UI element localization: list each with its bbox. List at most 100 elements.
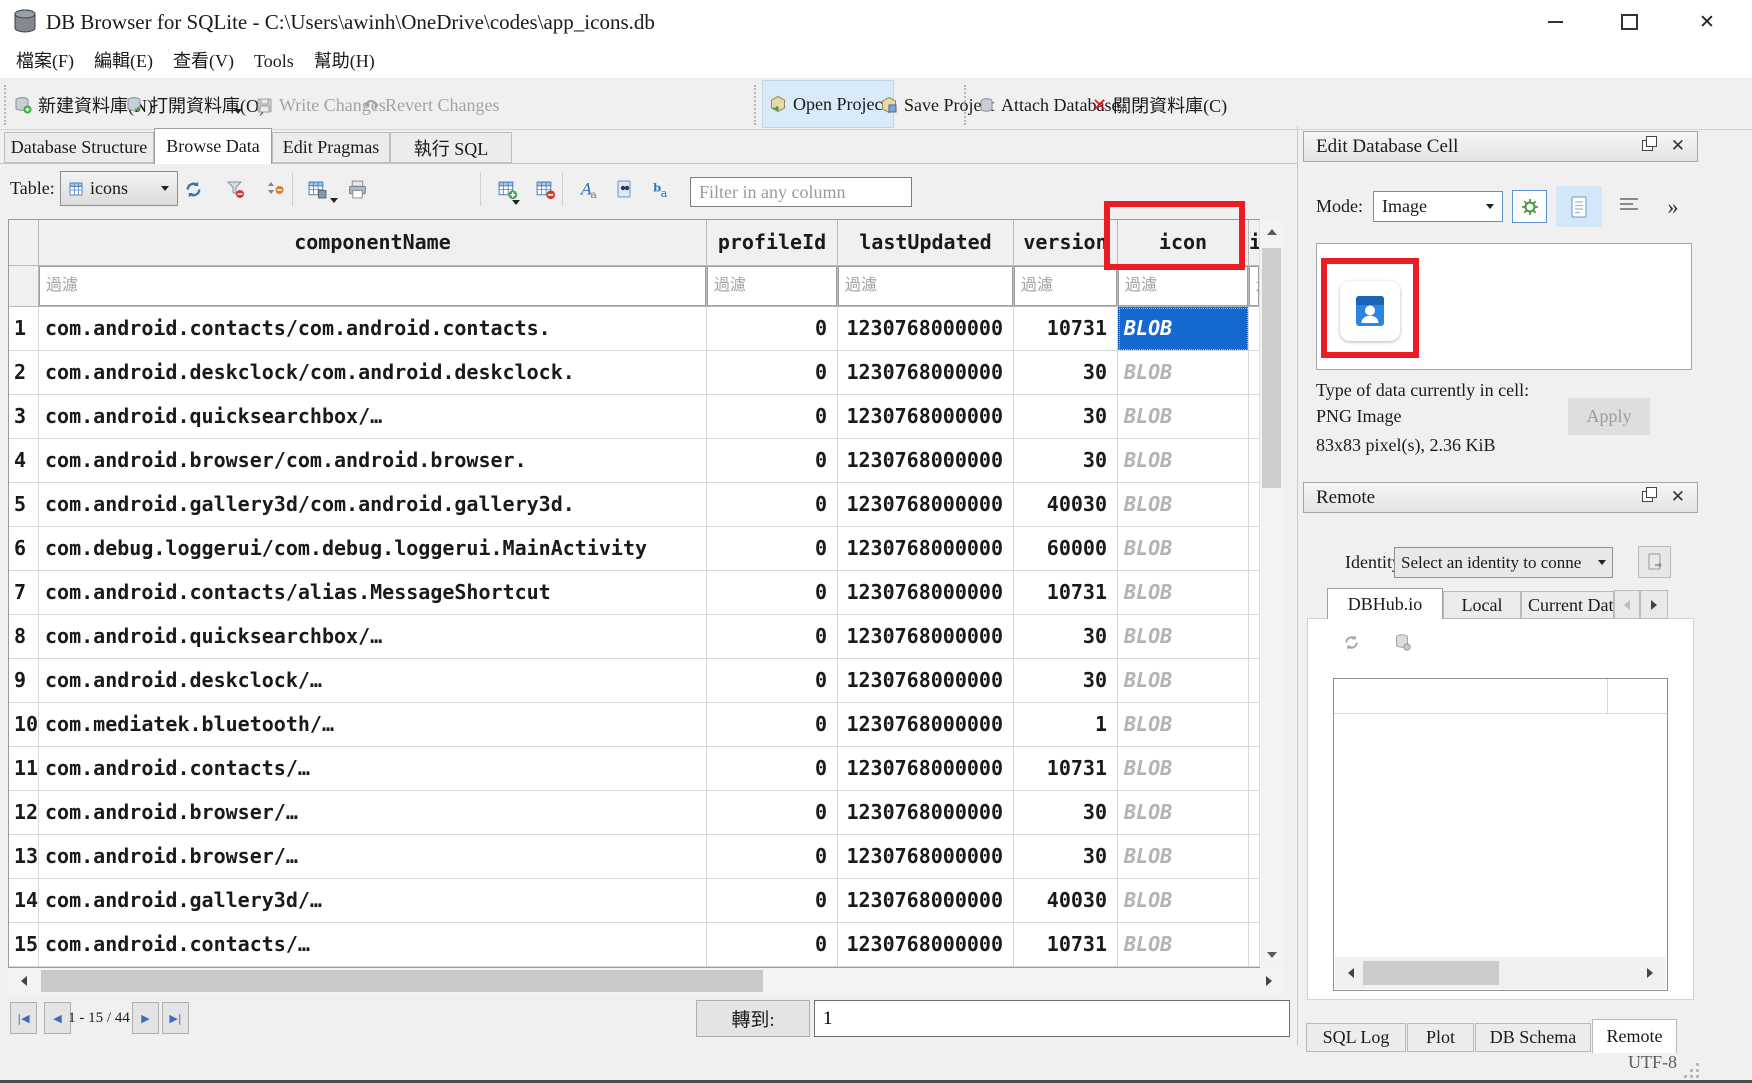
toolbar-grip[interactable] bbox=[4, 85, 6, 125]
filter-any-column-input[interactable] bbox=[690, 177, 912, 207]
cell-version[interactable]: 30 bbox=[1014, 791, 1118, 835]
cell-componentname[interactable]: com.android.contacts/… bbox=[39, 923, 707, 967]
cell-icon-blob[interactable]: BLOB bbox=[1118, 835, 1249, 879]
identity-import-button[interactable] bbox=[1638, 546, 1671, 578]
cell-clipped[interactable] bbox=[1249, 923, 1259, 967]
panel-splitter[interactable] bbox=[1297, 126, 1298, 1045]
cell-version[interactable]: 10731 bbox=[1014, 307, 1118, 351]
cell-clipped[interactable] bbox=[1249, 307, 1259, 351]
goto-record-button[interactable]: 轉到: bbox=[696, 1000, 810, 1037]
cell-lastupdated[interactable]: 1230768000000 bbox=[838, 835, 1014, 879]
find-in-document-button[interactable] bbox=[612, 176, 638, 202]
save-record-button[interactable] bbox=[304, 176, 330, 202]
cell-lastupdated[interactable]: 1230768000000 bbox=[838, 571, 1014, 615]
cell-icon-blob[interactable]: BLOB bbox=[1118, 615, 1249, 659]
cell-icon-blob-selected[interactable]: BLOB bbox=[1118, 307, 1249, 351]
cell-profileid[interactable]: 0 bbox=[707, 527, 838, 571]
column-header-profileid[interactable]: profileId bbox=[707, 220, 838, 266]
cell-lastupdated[interactable]: 1230768000000 bbox=[838, 439, 1014, 483]
tab-browse-data[interactable]: Browse Data bbox=[154, 128, 272, 164]
cell-version[interactable]: 40030 bbox=[1014, 879, 1118, 923]
cell-componentname[interactable]: com.android.browser/… bbox=[39, 835, 707, 879]
column-filter-input[interactable]: 過濾 bbox=[1118, 266, 1248, 306]
column-header-clipped[interactable]: ic bbox=[1249, 220, 1259, 266]
cell-icon-blob[interactable]: BLOB bbox=[1118, 747, 1249, 791]
cell-clipped[interactable] bbox=[1249, 571, 1259, 615]
last-record-button[interactable]: ▶| bbox=[162, 1002, 189, 1034]
cell-lastupdated[interactable]: 1230768000000 bbox=[838, 923, 1014, 967]
cell-componentname[interactable]: com.debug.loggerui/com.debug.loggerui.Ma… bbox=[39, 527, 707, 571]
column-header-componentname[interactable]: componentName bbox=[39, 220, 707, 266]
cell-lastupdated[interactable]: 1230768000000 bbox=[838, 791, 1014, 835]
vertical-scrollbar[interactable] bbox=[1259, 220, 1283, 967]
cell-profileid[interactable]: 0 bbox=[707, 791, 838, 835]
cell-lastupdated[interactable]: 1230768000000 bbox=[838, 747, 1014, 791]
cell-profileid[interactable]: 0 bbox=[707, 747, 838, 791]
close-panel-icon[interactable]: ✕ bbox=[1671, 483, 1685, 512]
column-filter-input[interactable]: 過濾 bbox=[1249, 266, 1259, 306]
previous-record-button[interactable]: ◀ bbox=[44, 1002, 71, 1034]
cell-componentname[interactable]: com.android.gallery3d/… bbox=[39, 879, 707, 923]
bottom-tab-plot[interactable]: Plot bbox=[1407, 1023, 1474, 1052]
remote-tabs-scroll-right[interactable] bbox=[1640, 590, 1668, 619]
row-number[interactable]: 1 bbox=[9, 307, 39, 351]
table-select[interactable]: icons bbox=[60, 171, 178, 206]
cell-profileid[interactable]: 0 bbox=[707, 571, 838, 615]
clone-database-button[interactable] bbox=[1392, 632, 1412, 652]
text-format-button[interactable]: b a bbox=[648, 176, 674, 202]
cell-lastupdated[interactable]: 1230768000000 bbox=[838, 527, 1014, 571]
cell-version[interactable]: 1 bbox=[1014, 703, 1118, 747]
clear-filters-button[interactable] bbox=[222, 176, 248, 202]
column-header-icon[interactable]: icon bbox=[1118, 220, 1249, 266]
window-resize-grip[interactable] bbox=[1684, 1063, 1700, 1079]
cell-icon-blob[interactable]: BLOB bbox=[1118, 351, 1249, 395]
cell-clipped[interactable] bbox=[1249, 483, 1259, 527]
remote-tab-local[interactable]: Local bbox=[1443, 591, 1521, 619]
remote-tab-current-dat[interactable]: Current Dat bbox=[1521, 591, 1614, 619]
tab-edit-pragmas[interactable]: Edit Pragmas bbox=[272, 132, 390, 163]
cell-version[interactable]: 30 bbox=[1014, 351, 1118, 395]
row-number[interactable]: 7 bbox=[9, 571, 39, 615]
menu-item-tools[interactable]: Tools bbox=[244, 45, 304, 78]
cell-componentname[interactable]: com.android.gallery3d/com.android.galler… bbox=[39, 483, 707, 527]
cell-profileid[interactable]: 0 bbox=[707, 483, 838, 527]
cell-version[interactable]: 10731 bbox=[1014, 571, 1118, 615]
cell-icon-blob[interactable]: BLOB bbox=[1118, 703, 1249, 747]
cell-componentname[interactable]: com.mediatek.bluetooth/… bbox=[39, 703, 707, 747]
cell-componentname[interactable]: com.android.browser/com.android.browser. bbox=[39, 439, 707, 483]
import-data-button[interactable] bbox=[1512, 190, 1547, 223]
cell-clipped[interactable] bbox=[1249, 659, 1259, 703]
row-number[interactable]: 11 bbox=[9, 747, 39, 791]
cell-componentname[interactable]: com.android.quicksearchbox/… bbox=[39, 615, 707, 659]
horizontal-scrollbar-thumb[interactable] bbox=[41, 970, 763, 992]
toolbar-grip[interactable] bbox=[754, 85, 756, 125]
bottom-tab-remote[interactable]: Remote bbox=[1592, 1019, 1677, 1053]
menu-item-查看-v[interactable]: 查看(V) bbox=[163, 45, 244, 78]
row-number[interactable]: 2 bbox=[9, 351, 39, 395]
text-document-button[interactable] bbox=[1556, 186, 1602, 227]
remote-tabs-scroll-left[interactable] bbox=[1614, 590, 1640, 619]
cell-lastupdated[interactable]: 1230768000000 bbox=[838, 703, 1014, 747]
cell-lastupdated[interactable]: 1230768000000 bbox=[838, 307, 1014, 351]
row-number[interactable]: 6 bbox=[9, 527, 39, 571]
row-number[interactable]: 3 bbox=[9, 395, 39, 439]
cell-componentname[interactable]: com.android.deskclock/com.android.deskcl… bbox=[39, 351, 707, 395]
cell-profileid[interactable]: 0 bbox=[707, 351, 838, 395]
cell-icon-blob[interactable]: BLOB bbox=[1118, 879, 1249, 923]
cell-version[interactable]: 30 bbox=[1014, 615, 1118, 659]
cell-componentname[interactable]: com.android.browser/… bbox=[39, 791, 707, 835]
row-number[interactable]: 10 bbox=[9, 703, 39, 747]
cell-version[interactable]: 60000 bbox=[1014, 527, 1118, 571]
row-number[interactable]: 9 bbox=[9, 659, 39, 703]
cell-clipped[interactable] bbox=[1249, 703, 1259, 747]
font-settings-button[interactable]: A a bbox=[576, 176, 602, 202]
cell-icon-blob[interactable]: BLOB bbox=[1118, 923, 1249, 967]
scroll-up-arrow[interactable] bbox=[1260, 220, 1283, 244]
cell-version[interactable]: 30 bbox=[1014, 835, 1118, 879]
cell-icon-blob[interactable]: BLOB bbox=[1118, 659, 1249, 703]
row-number-header[interactable] bbox=[9, 220, 39, 266]
cell-icon-blob[interactable]: BLOB bbox=[1118, 395, 1249, 439]
toolbar-grip[interactable] bbox=[964, 85, 966, 125]
cell-componentname[interactable]: com.android.quicksearchbox/… bbox=[39, 395, 707, 439]
save-record-dropdown-caret[interactable] bbox=[330, 198, 338, 203]
